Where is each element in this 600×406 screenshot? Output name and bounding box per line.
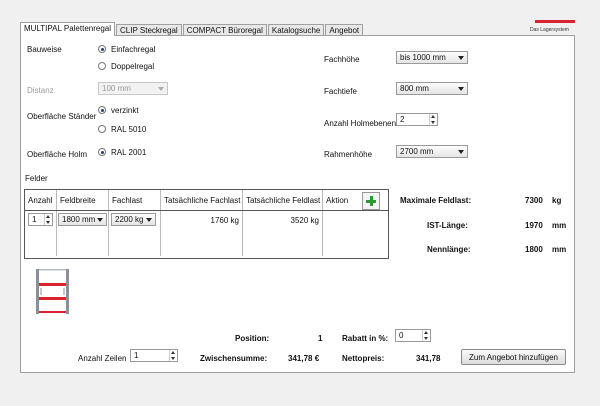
max-feldlast-unit: kg [552, 196, 562, 205]
tats-feldlast-value: 3520 kg [290, 216, 319, 225]
spin-up-icon [424, 331, 428, 334]
row-anzahl-stepper[interactable]: 1 [28, 213, 53, 226]
oberflaeche-holm-label: Oberfläche Holm [27, 150, 88, 159]
spin-buttons[interactable] [44, 214, 52, 225]
position-label: Position: [235, 334, 270, 343]
spin-down-icon [171, 357, 175, 360]
add-row-button[interactable] [362, 192, 380, 210]
radio-verzinkt-label[interactable]: verzinkt [111, 106, 139, 115]
col-header-tats-fachlast: Tatsächliche Fachlast [161, 190, 243, 210]
radio-einfachregal[interactable] [98, 45, 106, 53]
row-fachlast-select[interactable]: 2200 kg [111, 213, 156, 226]
chevron-down-icon [97, 218, 103, 222]
cell-aktion [323, 211, 389, 256]
rahmenhoehe-label: Rahmenhöhe [324, 150, 373, 159]
spin-down-icon [424, 337, 428, 340]
nennlaenge-value: 1800 [525, 245, 543, 254]
spin-buttons[interactable] [429, 114, 437, 125]
radio-ral2001[interactable] [98, 148, 106, 156]
radio-verzinkt[interactable] [98, 106, 106, 114]
rahmenhoehe-select[interactable]: 2700 mm [396, 145, 468, 158]
chevron-down-icon [146, 218, 152, 222]
chevron-down-icon [458, 150, 464, 154]
col-header-fachlast: Fachlast [109, 190, 161, 210]
radio-ral2001-label[interactable]: RAL 2001 [111, 148, 146, 157]
rahmenhoehe-value: 2700 mm [400, 147, 434, 156]
cell-tats-fachlast: 1760 kg [161, 211, 243, 256]
rabatt-stepper[interactable]: 0 [395, 329, 431, 342]
distanz-select[interactable]: 100 mm [98, 82, 168, 95]
bauweise-label: Bauweise [27, 45, 62, 54]
holmebenen-stepper[interactable]: 2 [396, 113, 438, 126]
ist-laenge-unit: mm [552, 221, 567, 230]
fachtiefe-select[interactable]: 800 mm [396, 82, 468, 95]
chevron-down-icon [458, 56, 464, 60]
spin-up-icon [431, 115, 435, 118]
max-feldlast-value: 7300 [525, 196, 543, 205]
zwischensumme-label: Zwischensumme: [200, 354, 268, 363]
rack-preview-icon [36, 269, 69, 314]
holmebenen-value: 2 [400, 115, 405, 124]
distanz-value: 100 mm [102, 84, 131, 93]
spin-up-icon [171, 351, 175, 354]
distanz-label: Distanz [27, 86, 54, 95]
zwischensumme-value: 341,78 € [288, 354, 320, 363]
chevron-down-icon [158, 87, 164, 91]
radio-ral5010-label[interactable]: RAL 5010 [111, 125, 146, 134]
radio-einfachregal-label[interactable]: Einfachregal [111, 45, 155, 54]
spin-up-icon [46, 215, 50, 218]
position-value: 1 [318, 334, 323, 343]
tats-fachlast-value: 1760 kg [210, 216, 239, 225]
rabatt-value: 0 [399, 331, 404, 340]
cell-tats-feldlast: 3520 kg [243, 211, 323, 256]
plus-icon-vertical [370, 196, 373, 206]
row-fachlast-value: 2200 kg [115, 215, 144, 224]
spin-down-icon [431, 121, 435, 124]
max-feldlast-label: Maximale Feldlast: [400, 196, 472, 205]
anzahl-zeilen-label: Anzahl Zeilen [78, 354, 127, 363]
anzahl-zeilen-value: 1 [134, 351, 139, 360]
anzahl-zeilen-stepper[interactable]: 1 [130, 349, 178, 362]
col-header-tats-feldlast: Tatsächliche Feldlast [243, 190, 323, 210]
row-anzahl-value: 1 [32, 215, 37, 224]
felder-label: Felder [25, 174, 48, 183]
fachhoehe-label: Fachhöhe [324, 55, 360, 64]
ist-laenge-value: 1970 [525, 221, 543, 230]
radio-doppelregal[interactable] [98, 62, 106, 70]
tab-multipal[interactable]: MULTIPAL Palettenregal [20, 22, 116, 36]
nennlaenge-unit: mm [552, 245, 567, 254]
ist-laenge-label: IST-Länge: [427, 221, 468, 230]
nettopreis-label: Nettopreis: [342, 354, 385, 363]
brand-logo-bar [535, 20, 575, 23]
spin-buttons[interactable] [422, 330, 430, 341]
nettopreis-value: 341,78 [416, 354, 441, 363]
oberflaeche-staender-label: Oberfläche Ständer [27, 112, 97, 121]
radio-ral5010[interactable] [98, 125, 106, 133]
row-feldbreite-select[interactable]: 1800 mm [58, 213, 107, 226]
radio-doppelregal-label[interactable]: Doppelregal [111, 62, 154, 71]
col-header-feldbreite: Feldbreite [57, 190, 109, 210]
holmebenen-label: Anzahl Holmebenen [324, 119, 397, 128]
col-header-anzahl: Anzahl [25, 190, 57, 210]
nennlaenge-label: Nennlänge: [427, 245, 471, 254]
rabatt-label: Rabatt in %: [342, 334, 389, 343]
fachhoehe-select[interactable]: bis 1000 mm [396, 51, 468, 64]
row-feldbreite-value: 1800 mm [62, 215, 96, 224]
spin-buttons[interactable] [169, 350, 177, 361]
zum-angebot-hinzufuegen-button[interactable]: Zum Angebot hinzufügen [461, 349, 566, 365]
brand-logo-text: Das Lagersystem [530, 27, 569, 33]
fachtiefe-value: 800 mm [400, 84, 429, 93]
fachhoehe-value: bis 1000 mm [400, 53, 446, 62]
fachtiefe-label: Fachtiefe [324, 87, 357, 96]
chevron-down-icon [458, 87, 464, 91]
spin-down-icon [46, 221, 50, 224]
